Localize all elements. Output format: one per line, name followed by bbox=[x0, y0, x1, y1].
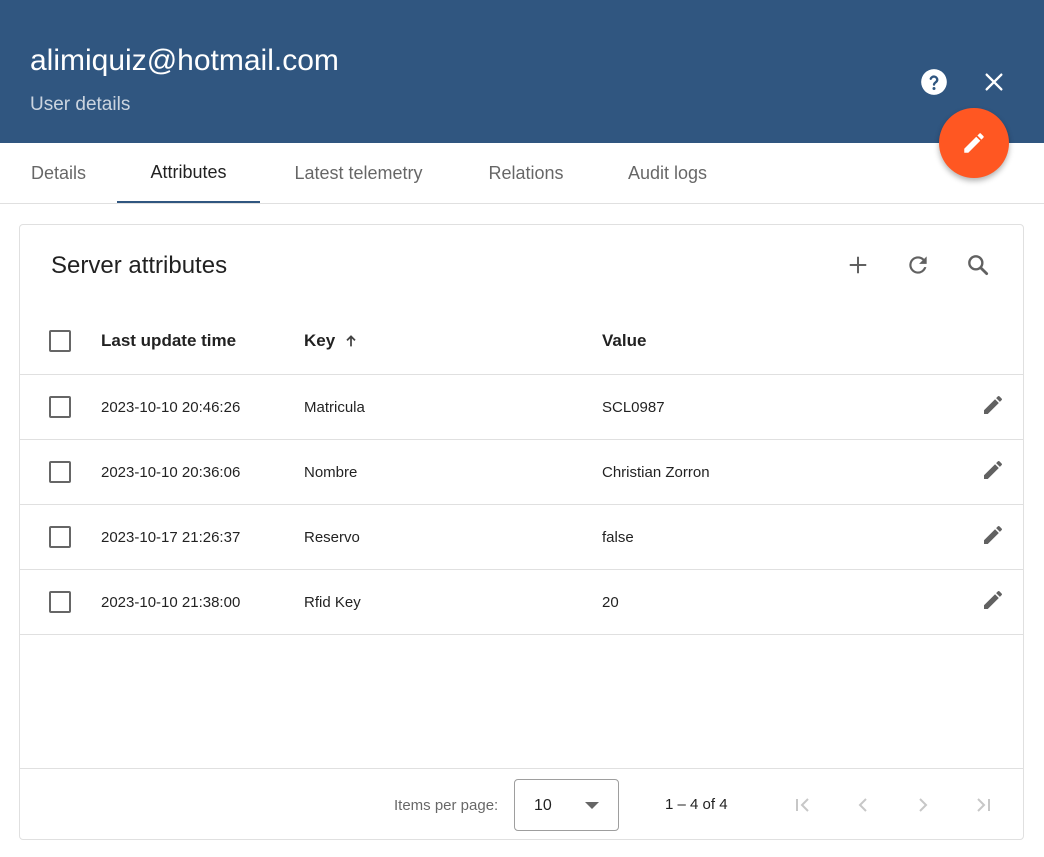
pencil-icon bbox=[984, 590, 1003, 609]
first-page-button[interactable] bbox=[785, 787, 821, 823]
row-checkbox[interactable] bbox=[49, 526, 71, 548]
row-time: 2023-10-10 20:36:06 bbox=[101, 463, 241, 481]
row-time: 2023-10-10 21:38:00 bbox=[101, 593, 241, 611]
tab-details[interactable]: Details bbox=[0, 143, 117, 203]
last-page-icon bbox=[977, 798, 990, 812]
table-header-row: Last update time Key Value bbox=[20, 307, 1023, 375]
row-key: Nombre bbox=[304, 463, 358, 481]
add-attribute-button[interactable] bbox=[840, 247, 876, 283]
row-value: Christian Zorron bbox=[602, 463, 710, 481]
last-page-button[interactable] bbox=[965, 787, 1001, 823]
dialog-header: alimiquiz@hotmail.com User details bbox=[0, 0, 1044, 143]
refresh-button[interactable] bbox=[900, 247, 936, 283]
pencil-icon bbox=[964, 133, 984, 153]
row-checkbox[interactable] bbox=[49, 591, 71, 613]
dropdown-arrow-icon bbox=[585, 802, 599, 809]
table-row[interactable]: 2023-10-10 20:36:06 Nombre Christian Zor… bbox=[20, 440, 1023, 505]
column-header-time[interactable]: Last update time bbox=[101, 307, 236, 374]
search-icon bbox=[968, 255, 989, 276]
row-time: 2023-10-10 20:46:26 bbox=[101, 398, 241, 416]
paginator: Items per page: 10 1 – 4 of 4 bbox=[20, 768, 1023, 840]
search-button[interactable] bbox=[960, 247, 996, 283]
table-row[interactable]: 2023-10-10 20:46:26 Matricula SCL0987 bbox=[20, 375, 1023, 440]
row-checkbox[interactable] bbox=[49, 461, 71, 483]
header-subtitle: User details bbox=[30, 94, 131, 115]
row-value: false bbox=[602, 528, 634, 546]
select-all-checkbox[interactable] bbox=[49, 330, 71, 352]
items-per-page-label: Items per page: bbox=[394, 797, 499, 814]
items-per-page-value: 10 bbox=[534, 797, 552, 814]
attributes-card: Server attributes Last update time Key V… bbox=[19, 224, 1024, 840]
row-key: Matricula bbox=[304, 398, 365, 416]
tab-bar: Details Attributes Latest telemetry Rela… bbox=[0, 143, 1044, 204]
column-header-key-label: Key bbox=[304, 330, 336, 350]
row-value: SCL0987 bbox=[602, 398, 665, 416]
edit-row-button[interactable] bbox=[975, 517, 1011, 553]
close-button[interactable] bbox=[976, 64, 1012, 100]
previous-page-icon bbox=[858, 798, 867, 812]
pencil-icon bbox=[984, 460, 1003, 479]
attributes-table: Last update time Key Value 2023-10-10 20… bbox=[20, 307, 1023, 635]
row-checkbox[interactable] bbox=[49, 396, 71, 418]
pencil-icon bbox=[984, 395, 1003, 414]
row-key: Reservo bbox=[304, 528, 360, 546]
edit-fab-button[interactable] bbox=[939, 108, 1009, 178]
edit-row-button[interactable] bbox=[975, 387, 1011, 423]
tab-attributes[interactable]: Attributes bbox=[117, 143, 260, 203]
refresh-icon bbox=[909, 256, 927, 274]
first-page-icon bbox=[796, 798, 809, 812]
help-circle-icon bbox=[921, 69, 947, 95]
row-time: 2023-10-17 21:26:37 bbox=[101, 528, 241, 546]
tab-audit-logs[interactable]: Audit logs bbox=[595, 143, 740, 203]
next-page-icon bbox=[919, 798, 928, 812]
column-header-value[interactable]: Value bbox=[602, 307, 646, 374]
plus-icon bbox=[849, 256, 867, 274]
items-per-page-select[interactable]: 10 bbox=[514, 779, 619, 831]
edit-row-button[interactable] bbox=[975, 582, 1011, 618]
row-value: 20 bbox=[602, 593, 619, 611]
next-page-button[interactable] bbox=[905, 787, 941, 823]
pencil-icon bbox=[984, 525, 1003, 544]
edit-row-button[interactable] bbox=[975, 452, 1011, 488]
previous-page-button[interactable] bbox=[845, 787, 881, 823]
table-row[interactable]: 2023-10-17 21:26:37 Reservo false bbox=[20, 505, 1023, 570]
close-icon bbox=[985, 73, 1003, 91]
column-header-key[interactable]: Key bbox=[304, 307, 359, 374]
help-button[interactable] bbox=[916, 64, 952, 100]
page-range-label: 1 – 4 of 4 bbox=[665, 796, 728, 813]
attributes-title: Server attributes bbox=[51, 252, 228, 279]
row-key: Rfid Key bbox=[304, 593, 361, 611]
table-row[interactable]: 2023-10-10 21:38:00 Rfid Key 20 bbox=[20, 570, 1023, 635]
tab-relations[interactable]: Relations bbox=[457, 143, 595, 203]
tab-latest-telemetry[interactable]: Latest telemetry bbox=[260, 143, 457, 203]
arrow-up-icon bbox=[346, 334, 356, 346]
user-email-title: alimiquiz@hotmail.com bbox=[30, 44, 339, 77]
